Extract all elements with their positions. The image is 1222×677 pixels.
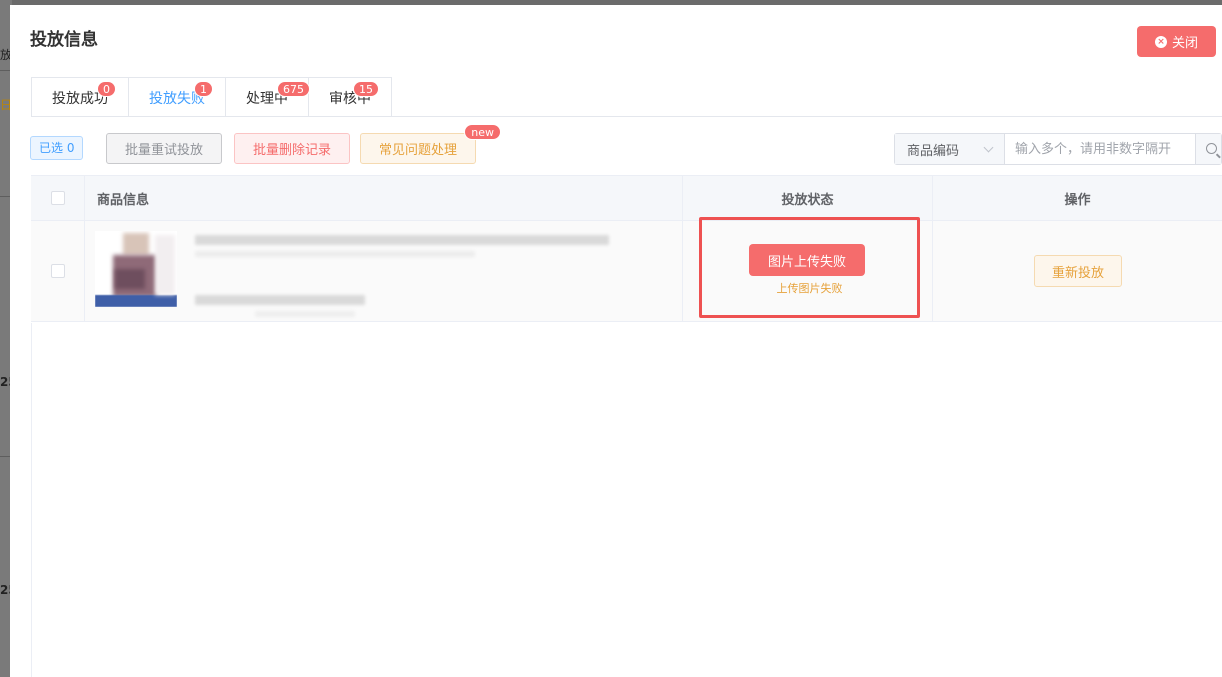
table-header: 商品信息 投放状态 操作 (31, 175, 1222, 221)
close-icon: × (1154, 35, 1167, 48)
search-button[interactable] (1195, 134, 1221, 164)
reship-button[interactable]: 重新投放 (1034, 255, 1122, 287)
status-highlight-box: 图片上传失败 上传图片失败 (699, 217, 920, 318)
row-select-cell (31, 221, 85, 321)
faq-button[interactable]: 常见问题处理 new (360, 124, 501, 164)
table-row: 图片上传失败 上传图片失败 重新投放 (31, 217, 1222, 322)
tab-processing[interactable]: 处理中 675 (226, 78, 310, 117)
search-icon (1206, 143, 1217, 154)
toolbar: 已选 0 批量重试投放 批量删除记录 常见问题处理 new 商品编码 (30, 124, 1222, 165)
delivery-info-dialog: 投放信息 × 关闭 投放成功 0 投放失败 1 处理中 675 审核中 15 已… (10, 5, 1222, 677)
tabs-divider (31, 116, 1222, 117)
tab-count-badge: 675 (277, 81, 310, 97)
table-left-border (31, 323, 32, 677)
dialog-title: 投放信息 (30, 30, 98, 50)
status-cell: 图片上传失败 上传图片失败 (683, 217, 933, 321)
header-product-info: 商品信息 (85, 176, 683, 220)
header-operation: 操作 (1064, 192, 1091, 208)
close-label: 关闭 (1171, 36, 1198, 51)
close-button[interactable]: × 关闭 (1137, 26, 1216, 57)
search-field-select[interactable]: 商品编码 (895, 134, 1005, 164)
batch-retry-button[interactable]: 批量重试投放 (106, 133, 222, 164)
product-info-cell (85, 221, 683, 321)
status-reason-text: 上传图片失败 (776, 282, 843, 295)
operation-cell: 重新投放 (933, 221, 1222, 321)
faq-label: 常见问题处理 (378, 143, 457, 158)
header-status: 投放状态 (683, 176, 933, 220)
header-select-all-cell (31, 176, 85, 220)
search-input[interactable] (1005, 134, 1195, 164)
tab-reviewing[interactable]: 审核中 15 (309, 78, 391, 117)
row-checkbox[interactable] (50, 264, 65, 278)
selected-count-tag: 已选 0 (30, 136, 84, 160)
tab-count-badge: 15 (353, 81, 379, 97)
search-group: 商品编码 (894, 133, 1222, 165)
status-failed-tag: 图片上传失败 (749, 244, 865, 276)
select-all-checkbox[interactable] (50, 191, 65, 205)
tab-success[interactable]: 投放成功 0 (32, 78, 129, 117)
product-thumbnail (95, 231, 177, 307)
search-field-value: 商品编码 (907, 143, 960, 159)
delivery-table: 商品信息 投放状态 操作 图片上传失败 上传图片失败 重新投放 (31, 175, 1222, 322)
new-badge: new (464, 124, 501, 140)
chevron-down-icon (983, 142, 994, 152)
status-tabs: 投放成功 0 投放失败 1 处理中 675 审核中 15 (31, 77, 392, 117)
batch-delete-button[interactable]: 批量删除记录 (234, 133, 350, 164)
tab-failed[interactable]: 投放失败 1 (129, 78, 226, 117)
tab-count-badge: 1 (194, 81, 213, 97)
tab-count-badge: 0 (97, 81, 116, 97)
